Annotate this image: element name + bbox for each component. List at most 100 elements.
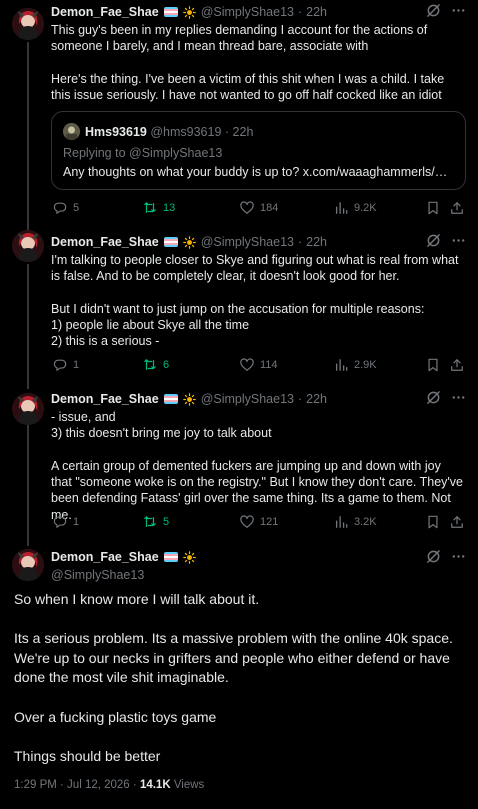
quoted-tweet[interactable]: Hms93619 @hms93619 · 22h Replying to @Si… [51, 111, 466, 190]
reply-count: 1 [73, 516, 80, 528]
quote-time: 22h [232, 125, 254, 139]
main-tweet-header: Demon_Fae_Shae @SimplyShae13 [51, 549, 196, 583]
avatar[interactable] [12, 393, 44, 425]
tweet-time[interactable]: 22h [306, 391, 327, 407]
views-icon [334, 201, 348, 215]
bookmark-button[interactable] [426, 201, 440, 215]
quote-header: Hms93619 @hms93619 · 22h [85, 125, 254, 139]
reply-icon [53, 515, 67, 529]
retweet-button[interactable]: 5 [143, 515, 169, 529]
view-count: 3.2K [354, 516, 377, 528]
tweet-time[interactable]: 22h [306, 234, 327, 250]
retweet-button[interactable]: 13 [143, 201, 175, 215]
tweet-header: Demon_Fae_Shae @SimplyShae13 · 22h [51, 3, 466, 21]
trans-flag-icon [164, 7, 178, 17]
author-handle[interactable]: @SimplyShae13 [51, 567, 196, 583]
avatar[interactable] [12, 549, 44, 581]
tweet-time[interactable]: 22h [306, 4, 327, 20]
views-button[interactable]: 3.2K [334, 515, 377, 529]
thread-line [27, 421, 29, 546]
reply-icon [53, 201, 67, 215]
share-icon [450, 358, 464, 372]
retweet-icon [143, 201, 157, 215]
sun-icon [183, 236, 196, 249]
bookmark-icon [426, 515, 440, 529]
reply-button[interactable]: 1 [53, 515, 79, 529]
tweet-actions: 1 6 114 2.9K [51, 358, 466, 374]
quote-replying-to: Replying to @SimplyShae13 [63, 146, 223, 160]
reply-icon [53, 358, 67, 372]
heart-icon [240, 515, 254, 529]
share-button[interactable] [450, 515, 464, 529]
like-button[interactable]: 114 [240, 358, 278, 372]
more-icon[interactable] [451, 3, 466, 18]
reply-button[interactable]: 1 [53, 358, 79, 372]
views-icon [334, 515, 348, 529]
tweet-text: - issue, and 3) this doesn't bring me jo… [51, 410, 464, 522]
retweet-button[interactable]: 6 [143, 358, 169, 372]
tweet-actions: 1 5 121 3.2K [51, 515, 466, 531]
sun-icon [183, 393, 196, 406]
like-count: 114 [260, 359, 278, 371]
tweet-actions: 5 13 184 9.2K [51, 201, 466, 217]
avatar[interactable] [12, 8, 44, 40]
more-icon[interactable] [451, 233, 466, 248]
reply-count: 5 [73, 202, 80, 214]
retweet-count: 5 [163, 516, 170, 528]
bookmark-icon [426, 201, 440, 215]
retweet-icon [143, 358, 157, 372]
author-name[interactable]: Demon_Fae_Shae [51, 391, 159, 407]
views-icon [334, 358, 348, 372]
reply-count: 1 [73, 359, 80, 371]
views-label: Views [173, 779, 205, 791]
trans-flag-icon [164, 552, 178, 562]
view-count: 9.2K [354, 202, 377, 214]
tweet-header: Demon_Fae_Shae @SimplyShae13 · 22h [51, 233, 466, 251]
like-button[interactable]: 121 [240, 515, 278, 529]
share-icon [450, 201, 464, 215]
avatar[interactable] [12, 230, 44, 262]
share-button[interactable] [450, 358, 464, 372]
trans-flag-icon [164, 237, 178, 247]
share-button[interactable] [450, 201, 464, 215]
retweet-count: 13 [163, 202, 176, 214]
grok-icon[interactable] [426, 3, 441, 18]
heart-icon [240, 358, 254, 372]
views-button[interactable]: 9.2K [334, 201, 377, 215]
grok-icon[interactable] [426, 390, 441, 405]
bookmark-icon [426, 358, 440, 372]
tweet-header: Demon_Fae_Shae @SimplyShae13 · 22h [51, 390, 466, 408]
main-tweet-header-icons [426, 549, 466, 564]
sun-icon [183, 551, 196, 564]
author-name[interactable]: Demon_Fae_Shae [51, 549, 159, 565]
author-name[interactable]: Demon_Fae_Shae [51, 4, 159, 20]
grok-icon[interactable] [426, 233, 441, 248]
grok-icon[interactable] [426, 549, 441, 564]
thread-line [27, 264, 29, 389]
sun-icon [183, 6, 196, 19]
like-count: 121 [260, 516, 279, 528]
tweet-timestamp[interactable]: 1:29 PM · Jul 12, 2026 · [14, 779, 140, 791]
bookmark-button[interactable] [426, 515, 440, 529]
more-icon[interactable] [451, 549, 466, 564]
tweet-text: This guy's been in my replies demanding … [51, 23, 445, 102]
like-button[interactable]: 184 [240, 201, 278, 215]
author-handle[interactable]: @SimplyShae13 [201, 234, 294, 250]
author-name[interactable]: Demon_Fae_Shae [51, 234, 159, 250]
tweet-text: I'm talking to people closer to Skye and… [51, 253, 459, 349]
tweet-meta: 1:29 PM · Jul 12, 2026 · 14.1K Views [14, 778, 204, 793]
views-button[interactable]: 2.9K [334, 358, 377, 372]
quote-author-handle: @hms93619 [150, 125, 222, 139]
share-icon [450, 515, 464, 529]
bookmark-button[interactable] [426, 358, 440, 372]
more-icon[interactable] [451, 390, 466, 405]
author-handle[interactable]: @SimplyShae13 [201, 391, 294, 407]
reply-button[interactable]: 5 [53, 201, 79, 215]
quote-text: Any thoughts on what your buddy is up to… [63, 165, 448, 179]
heart-icon [240, 201, 254, 215]
retweet-count: 6 [163, 359, 170, 371]
author-handle[interactable]: @SimplyShae13 [201, 4, 294, 20]
like-count: 184 [260, 202, 279, 214]
quote-avatar [63, 123, 80, 140]
trans-flag-icon [164, 394, 178, 404]
